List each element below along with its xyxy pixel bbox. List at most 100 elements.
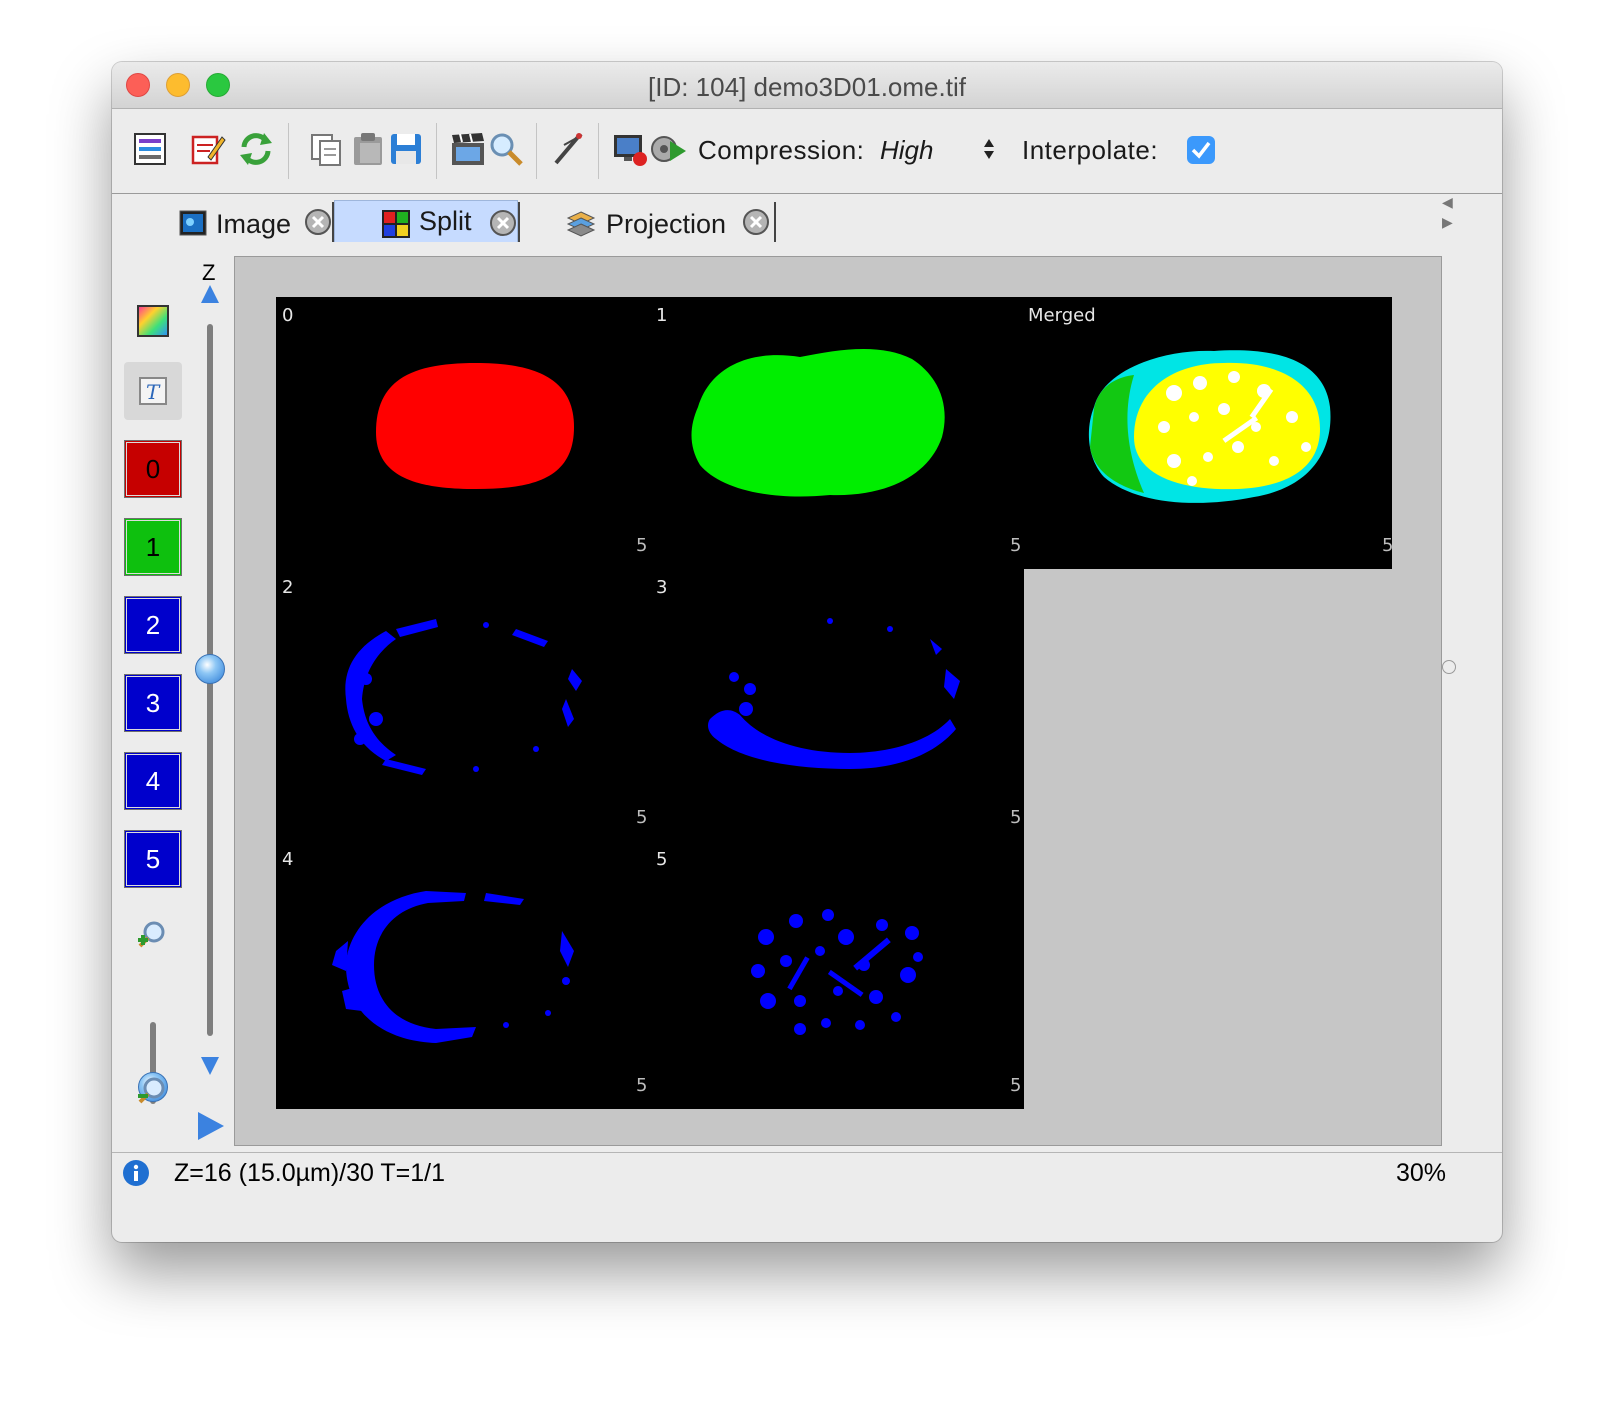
- play-z-icon[interactable]: [196, 1110, 226, 1142]
- cell-shape-channel-1: [691, 348, 945, 497]
- split-panel-channel-5: 5 5: [650, 841, 1024, 1109]
- tab-image-label: Image: [216, 209, 292, 239]
- tab-projection-close-icon[interactable]: [742, 208, 770, 236]
- tab-split-label: Split: [419, 206, 472, 236]
- rendering-settings-icon: [134, 133, 166, 165]
- screenshot-icon: [614, 135, 647, 166]
- refresh-icon: [240, 133, 272, 165]
- save-as-image-button[interactable]: [610, 129, 650, 169]
- split-panel-channel-0: 0 5: [276, 297, 650, 569]
- text-overlay-icon: T: [139, 377, 167, 405]
- tab-projection[interactable]: Projection: [522, 200, 774, 242]
- save-icon: [391, 134, 421, 164]
- tab-scroll-left-icon[interactable]: ◀: [1442, 194, 1453, 211]
- z-axis-label: Z: [202, 260, 216, 285]
- window-title: [ID: 104] demo3D01.ome.tif: [648, 72, 966, 102]
- split-panel-channel-3: 3 5: [650, 569, 1024, 841]
- tab-divider: [774, 202, 776, 242]
- split-grid-icon: [381, 209, 411, 239]
- status-bar: Z=16 (15.0µm)/30 T=1/1 30%: [112, 1152, 1502, 1193]
- scale-bar-label: 5: [636, 535, 648, 556]
- annotate-button[interactable]: [188, 129, 228, 169]
- toolbar-separator: [436, 123, 437, 179]
- scale-bar-label: 5: [1010, 535, 1022, 556]
- measurement-tool-button[interactable]: [548, 129, 588, 169]
- channel-button-4[interactable]: 4: [124, 752, 182, 810]
- panel-label: 0: [282, 305, 294, 326]
- channel-button-1[interactable]: 1: [124, 518, 182, 576]
- viewer-resize-handle[interactable]: [1442, 660, 1456, 674]
- viewer-window: [ID: 104] demo3D01.ome.tif Compression: …: [112, 62, 1502, 1242]
- interpolate-checkbox[interactable]: [1187, 136, 1215, 164]
- projection-stack-icon: [566, 208, 596, 238]
- channel-button-2[interactable]: 2: [124, 596, 182, 654]
- panel-label: 5: [656, 849, 668, 870]
- compression-select-arrows-icon[interactable]: [980, 135, 998, 165]
- zoom-out-icon: [138, 1077, 165, 1104]
- z-down-arrow-icon[interactable]: [200, 1056, 220, 1076]
- panel-label: 3: [656, 577, 668, 598]
- tab-split[interactable]: Split: [334, 200, 518, 242]
- copy-icon: [311, 134, 341, 166]
- image-icon: [178, 208, 208, 238]
- tab-projection-label: Projection: [606, 209, 727, 239]
- info-icon[interactable]: [122, 1159, 150, 1187]
- edit-note-icon: [191, 135, 226, 165]
- split-view-canvas[interactable]: 0 5 1 5 Merged 5 2 5 3 5 4 5 5 5: [234, 256, 1442, 1146]
- tab-image[interactable]: Image: [132, 200, 332, 242]
- zoom-out-button[interactable]: [124, 1064, 182, 1122]
- z-slider-knob[interactable]: [195, 654, 225, 684]
- channel-button-5[interactable]: 5: [124, 830, 182, 888]
- panel-label: 4: [282, 849, 294, 870]
- split-panel-channel-2: 2 5: [276, 569, 650, 841]
- paste-button[interactable]: [348, 129, 388, 169]
- scale-bar-label: 5: [636, 807, 648, 828]
- z-up-arrow-icon[interactable]: [200, 284, 220, 304]
- left-control-panel: T 0 1 2 3 4 5 Z: [112, 248, 232, 1148]
- zoom-in-button[interactable]: [124, 908, 182, 966]
- rendering-settings-button[interactable]: [130, 129, 170, 169]
- tab-image-close-icon[interactable]: [304, 208, 332, 236]
- toolbar-separator: [536, 123, 537, 179]
- split-panel-channel-4: 4 5: [276, 841, 650, 1109]
- copy-button[interactable]: [306, 129, 346, 169]
- svg-text:T: T: [146, 380, 161, 404]
- channel-button-3[interactable]: 3: [124, 674, 182, 732]
- color-palette-icon: [137, 305, 169, 337]
- panel-label: 1: [656, 305, 668, 326]
- channel-button-0[interactable]: 0: [124, 440, 182, 498]
- toolbar-separator: [288, 123, 289, 179]
- paste-icon: [354, 133, 382, 165]
- split-panel-merged: Merged 5: [1024, 297, 1394, 569]
- scale-bar-label: 5: [1010, 1075, 1022, 1096]
- refresh-button[interactable]: [236, 129, 276, 169]
- export-film-icon: [651, 136, 686, 162]
- save-button[interactable]: [386, 129, 426, 169]
- scale-bar-label: 5: [636, 1075, 648, 1096]
- compression-label: Compression:: [698, 135, 865, 165]
- tab-divider: [518, 202, 520, 242]
- interpolate-label: Interpolate:: [1022, 135, 1159, 165]
- scale-bar-label: 5: [1382, 535, 1394, 556]
- magnifier-button[interactable]: [486, 129, 526, 169]
- zoom-in-icon: [138, 921, 165, 948]
- split-panel-channel-1: 1 5: [650, 297, 1024, 569]
- zoom-level-text: 30%: [1395, 1159, 1446, 1187]
- movie-button[interactable]: [448, 129, 488, 169]
- text-overlay-toggle[interactable]: T: [124, 362, 182, 420]
- publish-button[interactable]: [648, 129, 688, 169]
- checkmark-icon: [1191, 141, 1211, 159]
- scale-bar-label: 5: [1010, 807, 1022, 828]
- magnifier-icon: [490, 133, 523, 166]
- view-tab-strip: Image Split Projection ◀ ▶: [112, 194, 1502, 242]
- color-picker-button[interactable]: [124, 292, 182, 350]
- panel-label: Merged: [1028, 305, 1096, 326]
- position-status-text: Z=16 (15.0µm)/30 T=1/1: [174, 1159, 446, 1187]
- compression-select[interactable]: High: [880, 135, 933, 166]
- measure-pen-icon: [554, 133, 583, 165]
- toolbar: Compression: High Interpolate:: [112, 109, 1502, 194]
- tab-split-close-icon[interactable]: [489, 209, 517, 237]
- cell-shape-channel-0: [376, 363, 574, 489]
- movie-clapper-icon: [452, 133, 484, 165]
- tab-scroll-right-icon[interactable]: ▶: [1442, 214, 1453, 231]
